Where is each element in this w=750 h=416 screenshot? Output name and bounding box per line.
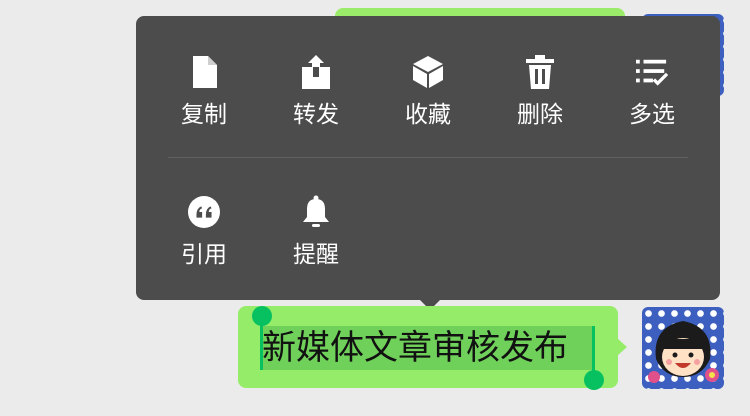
cartoon-avatar-icon: [648, 321, 719, 383]
selection-start-handle[interactable]: [252, 306, 272, 326]
menu-item-multi-select[interactable]: 多选: [596, 20, 708, 128]
avatar[interactable]: [642, 307, 724, 389]
quote-icon: [188, 192, 220, 232]
menu-item-label: 复制: [181, 102, 227, 128]
menu-item-label: 收藏: [405, 102, 451, 128]
menu-item-remind[interactable]: 提醒: [260, 160, 372, 268]
menu-divider: [168, 157, 688, 158]
menu-item-quote[interactable]: 引用: [148, 160, 260, 268]
menu-item-copy[interactable]: 复制: [148, 20, 260, 128]
menu-item-label: 删除: [517, 102, 563, 128]
menu-item-forward[interactable]: 转发: [260, 20, 372, 128]
cube-icon: [412, 52, 444, 92]
bell-icon: [300, 192, 332, 232]
trash-icon: [524, 52, 556, 92]
selection-end-handle[interactable]: [584, 370, 604, 390]
document-icon: [188, 52, 220, 92]
menu-item-label: 提醒: [293, 242, 339, 268]
message-bubble-tail: [617, 338, 627, 356]
menu-item-label: 转发: [293, 102, 339, 128]
menu-item-favorite[interactable]: 收藏: [372, 20, 484, 128]
menu-item-delete[interactable]: 删除: [484, 20, 596, 128]
share-icon: [300, 52, 332, 92]
message-text[interactable]: 新媒体文章审核发布: [262, 326, 568, 370]
menu-item-label: 引用: [181, 242, 227, 268]
menu-item-label: 多选: [629, 102, 675, 128]
multi-select-icon: [636, 52, 668, 92]
